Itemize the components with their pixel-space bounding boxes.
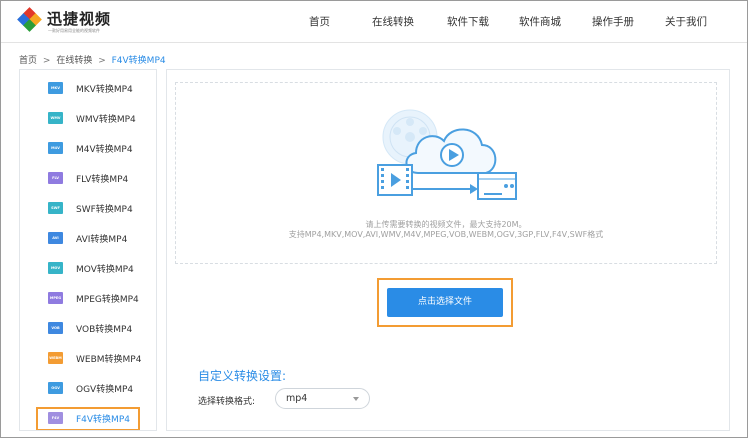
sidebar-item-f4v[interactable]: F4V F4V转换MP4 — [20, 404, 156, 430]
mpeg-file-icon: MPEG — [48, 292, 63, 304]
m4v-file-icon: M4V — [48, 142, 63, 154]
sidebar-item-label: VOB转换MP4 — [76, 325, 133, 335]
video-upload-illustration-icon — [377, 109, 517, 200]
breadcrumb-online-convert[interactable]: 在线转换 — [56, 56, 92, 66]
nav-user-manual[interactable]: 操作手册 — [592, 14, 634, 29]
sidebar-item-wmv[interactable]: WMV WMV转换MP4 — [20, 104, 156, 134]
f4v-file-icon: F4V — [48, 412, 63, 424]
settings-title: 自定义转换设置: — [198, 369, 287, 383]
sidebar-item-m4v[interactable]: M4V M4V转换MP4 — [20, 134, 156, 164]
sidebar-item-vob[interactable]: VOB VOB转换MP4 — [20, 314, 156, 344]
sidebar-item-label: F4V转换MP4 — [76, 415, 130, 425]
sidebar-item-mpeg[interactable]: MPEG MPEG转换MP4 — [20, 284, 156, 314]
sidebar-item-flv[interactable]: FLV FLV转换MP4 — [20, 164, 156, 194]
flv-file-icon: FLV — [48, 172, 63, 184]
upload-dropzone[interactable]: 请上传需要转换的视频文件，最大支持20M。 支持MP4,MKV,MOV,AVI,… — [175, 82, 717, 264]
sidebar-item-label: MKV转换MP4 — [76, 85, 133, 95]
site-header: 迅捷视频 一款好用易用全能的视频软件 首页 在线转换 软件下载 软件商城 操作手… — [1, 1, 747, 43]
sidebar-item-label: WMV转换MP4 — [76, 115, 136, 125]
sidebar-item-label: SWF转换MP4 — [76, 205, 133, 215]
sidebar-item-label: M4V转换MP4 — [76, 145, 133, 155]
sidebar-item-label: FLV转换MP4 — [76, 175, 129, 185]
swf-file-icon: SWF — [48, 202, 63, 214]
mov-file-icon: MOV — [48, 262, 63, 274]
output-format-select[interactable]: mp4 — [275, 388, 370, 409]
sidebar-item-avi[interactable]: AVI AVI转换MP4 — [20, 224, 156, 254]
sidebar-item-mov[interactable]: MOV MOV转换MP4 — [20, 254, 156, 284]
sidebar-item-swf[interactable]: SWF SWF转换MP4 — [20, 194, 156, 224]
sidebar-item-webm[interactable]: WEBM WEBM转换MP4 — [20, 344, 156, 374]
main-nav: 首页 在线转换 软件下载 软件商城 操作手册 关于我们 — [1, 14, 747, 30]
breadcrumb-separator: > — [42, 56, 51, 66]
nav-about-us[interactable]: 关于我们 — [665, 14, 707, 29]
sidebar-item-label: OGV转换MP4 — [76, 385, 134, 395]
sidebar-item-label: MOV转换MP4 — [76, 265, 134, 275]
wmv-file-icon: WMV — [48, 112, 63, 124]
format-label: 选择转换格式: — [198, 397, 256, 407]
supported-formats: 支持MP4,MKV,MOV,AVI,WMV,M4V,MPEG,VOB,WEBM,… — [288, 230, 604, 239]
sidebar-item-label: AVI转换MP4 — [76, 235, 128, 245]
breadcrumb-home[interactable]: 首页 — [19, 56, 37, 66]
chevron-down-icon — [353, 397, 359, 401]
breadcrumb-separator: > — [98, 56, 106, 66]
ogv-file-icon: OGV — [48, 382, 63, 394]
avi-file-icon: AVI — [48, 232, 63, 244]
nav-software-download[interactable]: 软件下载 — [447, 14, 489, 29]
nav-software-store[interactable]: 软件商城 — [519, 14, 561, 29]
nav-home[interactable]: 首页 — [309, 14, 330, 29]
converter-panel: 请上传需要转换的视频文件，最大支持20M。 支持MP4,MKV,MOV,AVI,… — [166, 69, 730, 431]
sidebar-item-label: MPEG转换MP4 — [76, 295, 139, 305]
format-sidebar: MKV MKV转换MP4 WMV WMV转换MP4 M4V M4V转换MP4 F… — [19, 69, 157, 431]
sidebar-item-label: WEBM转换MP4 — [76, 355, 142, 365]
webm-file-icon: WEBM — [48, 352, 63, 364]
breadcrumb: 首页 > 在线转换 > F4V转换MP4 — [19, 53, 166, 66]
choose-file-highlight: 点击选择文件 — [377, 278, 513, 327]
sidebar-item-mkv[interactable]: MKV MKV转换MP4 — [20, 74, 156, 104]
mkv-file-icon: MKV — [48, 82, 63, 94]
format-select-value: mp4 — [286, 393, 308, 404]
breadcrumb-current: F4V转换MP4 — [111, 56, 166, 66]
choose-file-button[interactable]: 点击选择文件 — [387, 288, 503, 317]
nav-online-convert[interactable]: 在线转换 — [372, 14, 414, 29]
sidebar-item-ogv[interactable]: OGV OGV转换MP4 — [20, 374, 156, 404]
vob-file-icon: VOB — [48, 322, 63, 334]
